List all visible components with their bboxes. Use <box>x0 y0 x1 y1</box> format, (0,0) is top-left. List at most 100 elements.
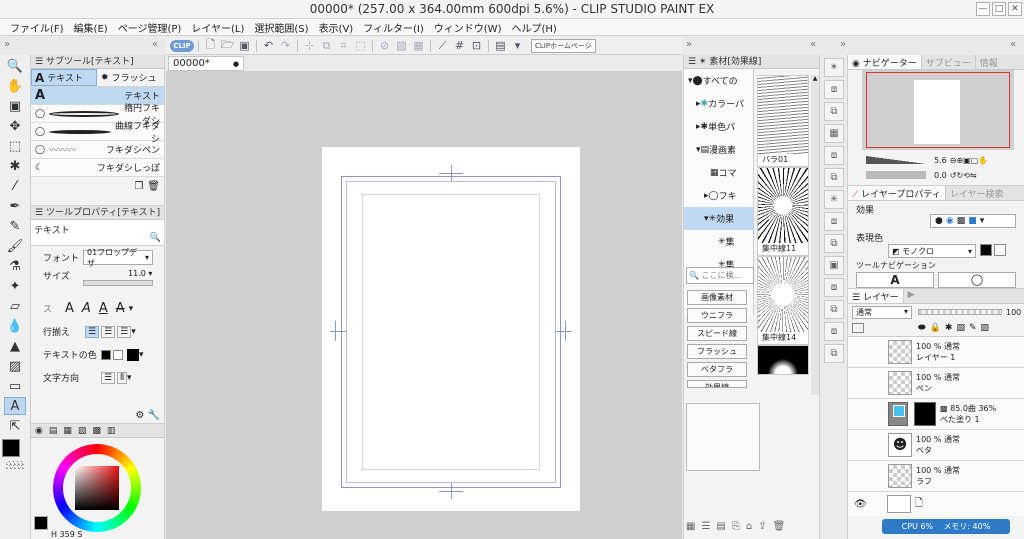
align-right-icon[interactable]: ☰ <box>117 325 132 338</box>
menu-icon[interactable]: ☰ <box>35 57 46 67</box>
trash-icon[interactable]: 🗑 <box>773 521 786 532</box>
color-history-tab-icon[interactable]: ▥ <box>107 424 116 437</box>
align-center-icon[interactable]: ☰ <box>101 325 116 338</box>
bold-icon[interactable]: A <box>65 301 74 316</box>
chevron-down-icon[interactable]: ▾ <box>131 327 136 337</box>
tree-item-all[interactable]: ▾ ⬤ すべての <box>684 69 753 92</box>
category-effect-lines[interactable]: 効果線 <box>687 380 747 388</box>
close-button[interactable]: ✕ <box>1008 2 1022 16</box>
main-color-icon[interactable] <box>101 349 111 360</box>
balloon-tool-button[interactable]: ◯ <box>938 272 1016 288</box>
wrench-icon[interactable]: 🔧 <box>148 410 160 421</box>
tab-flash[interactable]: ✹ フラッシュ <box>97 69 161 86</box>
menu-icon[interactable]: ☰ <box>35 208 46 218</box>
object-select-icon[interactable]: ⇱ <box>4 417 26 435</box>
navigator-preview[interactable] <box>862 70 1014 150</box>
approximate-color-tab-icon[interactable]: ▩ <box>92 424 101 437</box>
collapse-material-icon[interactable]: « <box>810 38 816 52</box>
snap-ruler-icon[interactable]: ⟋ <box>435 39 450 53</box>
tab-info[interactable]: 情報 <box>976 55 1002 69</box>
clip-studio-button[interactable]: CLIP <box>170 39 194 52</box>
flip-h-icon[interactable]: ⇋ <box>970 171 977 180</box>
menu-edit[interactable]: 編集(E) <box>70 20 114 35</box>
material-shortcut-icon[interactable]: ⧉ <box>824 300 844 319</box>
chevron-down-icon[interactable]: ▾ <box>127 373 132 383</box>
menu-icon[interactable]: ☰ <box>688 57 699 67</box>
subtool-item-balloon-pen[interactable]: ◯ 〰〰〰 フキダシペン <box>31 141 164 159</box>
tag-icon[interactable]: ⌂ <box>746 521 752 532</box>
material-shortcut-icon[interactable]: ⧉ <box>824 102 844 121</box>
tab-auto-action[interactable]: ▶ <box>904 289 919 303</box>
operation-tool-icon[interactable]: ▣ <box>4 97 26 115</box>
category-uni-flash[interactable]: ウニフラ <box>687 308 747 323</box>
category-image-material[interactable]: 画像素材 <box>687 290 747 305</box>
current-color-icon[interactable] <box>127 348 139 361</box>
color-wheel-tab-icon[interactable]: ◉ <box>35 424 43 437</box>
expand-material-icon[interactable]: » <box>686 38 692 52</box>
tab-subview[interactable]: サブビュー <box>922 55 976 69</box>
menu-page[interactable]: ページ管理(P) <box>114 20 188 35</box>
underline-icon[interactable]: A <box>99 301 108 316</box>
color-slider-tab-icon[interactable]: ▤ <box>49 424 58 437</box>
tone-pattern-icon[interactable]: ▩ <box>957 216 966 226</box>
layer-row[interactable]: 100 % 通常 ペン <box>848 368 1024 399</box>
reset-rotate-icon[interactable]: ⟲ <box>963 171 970 180</box>
copy-subtool-icon[interactable]: ❐ <box>134 181 143 192</box>
clip-icon[interactable]: ⬬ <box>918 323 926 333</box>
tab-text[interactable]: A テキスト <box>31 69 97 86</box>
intermediate-color-tab-icon[interactable]: ▧ <box>78 424 87 437</box>
transparent-color-swatch[interactable] <box>6 461 24 469</box>
eyedropper-icon[interactable]: ⁄ <box>4 177 26 195</box>
text-tool-button[interactable]: A <box>856 272 934 288</box>
brush-tool-icon[interactable]: 🖌 <box>4 237 26 255</box>
horizontal-text-icon[interactable]: ☰ <box>101 371 116 384</box>
collapse-left-icon[interactable]: » <box>4 38 10 52</box>
eye-icon[interactable]: 👁 <box>854 499 867 510</box>
font-dropdown[interactable]: 01フロップデザ ▾ <box>83 248 153 268</box>
close-dot-icon[interactable]: ● <box>233 57 239 71</box>
zoom-slider[interactable] <box>866 156 926 164</box>
clear-icon[interactable]: ⊘ <box>377 39 392 53</box>
sub-color-icon[interactable] <box>113 349 123 360</box>
tree-item-balloon[interactable]: ▸ ◯ フキ <box>684 184 753 207</box>
blend-mode-dropdown[interactable]: 通常 ▾ <box>852 305 912 319</box>
italic-icon[interactable]: A <box>82 301 91 316</box>
clear-selection-icon[interactable]: ⊹ <box>302 39 317 53</box>
airbrush-icon[interactable]: ⚗ <box>4 257 26 275</box>
lock-icon[interactable]: 🔒 <box>930 323 941 333</box>
chevron-down-icon[interactable]: ▾ <box>980 216 985 226</box>
document-tab[interactable]: 00000* ● <box>168 56 244 71</box>
reference-icon[interactable]: ✱ <box>945 323 953 333</box>
figure-icon[interactable]: ▭ <box>4 377 26 395</box>
upload-icon[interactable]: ⇪ <box>758 521 766 532</box>
material-search-input[interactable]: 🔍 ここに検... <box>686 267 754 284</box>
snap-special-icon[interactable]: ⊡ <box>469 39 484 53</box>
snap-grid-icon[interactable]: # <box>452 39 467 53</box>
material-shortcut-icon[interactable]: ⧉ <box>824 168 844 187</box>
undo-icon[interactable]: ↶ <box>261 39 276 53</box>
material-shortcut-icon[interactable]: ⧉ <box>824 344 844 363</box>
pan-icon[interactable]: ✋ <box>978 156 988 165</box>
zoom-tool-icon[interactable]: 🔍 <box>4 57 26 75</box>
tone-effect-icon[interactable]: ◉ <box>946 216 954 226</box>
open-folder-icon[interactable]: 🗁 <box>220 38 235 53</box>
layer-row-selected[interactable]: ▩ 85.0曲 36% べた塗り 1 <box>848 399 1024 430</box>
pencil-tool-icon[interactable]: ✎ <box>4 217 26 235</box>
black-swatch[interactable] <box>980 244 992 256</box>
selection-tool-icon[interactable]: ⬚ <box>4 137 26 155</box>
material-thumb[interactable]: 集中線14 <box>757 256 809 345</box>
menu-filter[interactable]: フィルター(I) <box>359 20 430 35</box>
color-set-tab-icon[interactable]: ▦ <box>63 424 72 437</box>
rotate-left-icon[interactable]: ↺ <box>950 171 957 180</box>
material-thumb[interactable] <box>757 345 809 375</box>
subtool-item-curve-balloon[interactable]: ◯ 曲線フキダシ <box>31 122 164 145</box>
tree-item-manga-material[interactable]: ▾ ▤ 漫画素 <box>684 138 753 161</box>
align-left-icon[interactable]: ☰ <box>85 325 100 338</box>
hand-tool-icon[interactable]: ✋ <box>4 77 26 95</box>
fit-icon[interactable]: ▣ <box>963 156 971 165</box>
menu-help[interactable]: ヘルプ(H) <box>507 20 562 35</box>
saturation-value-square[interactable] <box>75 466 119 510</box>
manga-page[interactable] <box>322 147 580 511</box>
strike-icon[interactable]: A <box>116 301 125 316</box>
zoom-icon[interactable]: 🔍 <box>150 233 161 243</box>
